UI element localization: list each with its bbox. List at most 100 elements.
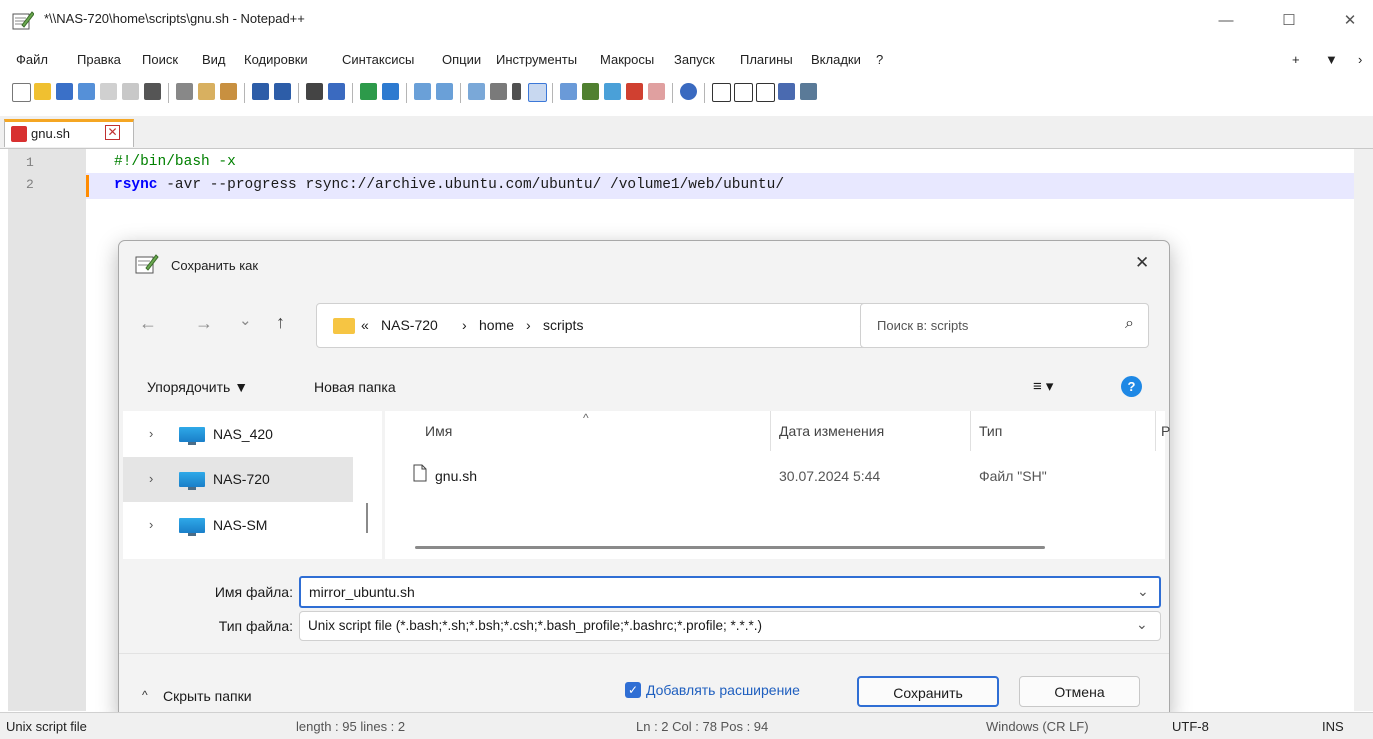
tree-item-nas-420[interactable]: › NAS_420 [123,412,353,457]
new-file-icon[interactable] [12,83,31,102]
minimize-button[interactable]: — [1212,8,1240,34]
recent-locations-button[interactable]: ⌄ [239,311,252,329]
expand-chevron-icon[interactable]: › [149,426,153,441]
menu-dropdown-icon[interactable]: ▼ [1325,52,1338,67]
print-icon[interactable] [144,83,161,100]
sync-vertical-icon[interactable] [414,83,431,100]
menu-tools[interactable]: Инструменты [496,52,577,67]
expand-chevron-icon[interactable]: › [149,517,153,532]
filename-input[interactable]: mirror_ubuntu.sh ⌄ [299,576,1161,608]
folder-workspace-icon[interactable] [648,83,665,100]
organize-button[interactable]: Упорядочить ▼ [147,379,248,395]
function-list-icon[interactable] [626,83,643,100]
column-type[interactable]: Тип [979,423,1002,439]
breadcrumb-nas-720[interactable]: NAS-720 [381,317,438,333]
word-wrap-icon[interactable] [468,83,485,100]
tree-item-nas-sm[interactable]: › NAS-SM [123,503,353,548]
menu-encoding[interactable]: Кодировки [244,52,308,67]
menu-settings[interactable]: Опции [442,52,481,67]
column-name[interactable]: Имя [425,423,452,439]
hide-folders-chevron-icon[interactable]: ^ [142,688,148,702]
maximize-button[interactable]: ☐ [1275,8,1303,34]
dialog-app-icon [135,254,159,274]
dialog-close-button[interactable]: ✕ [1135,253,1149,273]
vertical-scrollbar[interactable] [1354,149,1373,711]
cut-icon[interactable] [176,83,193,100]
tree-item-nas-720[interactable]: › NAS-720 [123,457,353,502]
search-box[interactable]: Поиск в: scripts ⌕ [860,303,1149,348]
menu-window[interactable]: Вкладки [811,52,861,67]
find-icon[interactable] [306,83,323,100]
close-all-icon[interactable] [122,83,139,100]
view-options-icon[interactable]: ≡ ▾ [1033,377,1053,395]
menu-file[interactable]: Файл [16,52,48,67]
column-divider[interactable] [970,411,971,451]
stop-macro-icon[interactable] [734,83,753,102]
file-row[interactable]: gnu.sh 30.07.2024 5:44 Файл "SH" [385,455,1160,495]
indent-guide-icon[interactable] [528,83,547,102]
copy-icon[interactable] [198,83,215,100]
filetype-dropdown-icon[interactable]: ⌄ [1136,616,1148,633]
new-folder-button[interactable]: Новая папка [314,379,396,395]
save-button[interactable]: Сохранить [857,676,999,707]
close-file-icon[interactable] [100,83,117,100]
hide-folders-button[interactable]: Скрыть папки [163,688,252,704]
filename-label: Имя файла: [214,584,293,600]
up-button[interactable]: ↑ [276,312,285,333]
menu-add-icon[interactable]: + [1292,52,1300,67]
column-date-modified[interactable]: Дата изменения [779,423,884,439]
doc-list-icon[interactable] [604,83,621,100]
menu-view[interactable]: Вид [202,52,226,67]
save-macro-icon[interactable] [800,83,817,100]
tab-close-button[interactable]: ✕ [105,125,120,140]
code-text: -avr --progress rsync://archive.ubuntu.c… [157,177,785,193]
add-extension-checkbox[interactable]: ✓ [625,682,641,698]
filetype-select[interactable]: Unix script file (*.bash;*.sh;*.bsh;*.cs… [299,611,1161,641]
add-extension-label[interactable]: Добавлять расширение [646,682,800,698]
help-icon[interactable]: ? [1121,376,1142,397]
zoom-in-icon[interactable] [360,83,377,100]
zoom-out-icon[interactable] [382,83,399,100]
file-list: Имя ^ Дата изменения Тип Р gnu.sh 30.07.… [385,411,1170,559]
column-divider[interactable] [770,411,771,451]
column-size[interactable]: Р [1161,423,1170,439]
user-language-icon[interactable] [560,83,577,100]
doc-map-icon[interactable] [582,83,599,100]
back-button[interactable]: ← [139,313,157,334]
monitoring-icon[interactable] [680,83,697,100]
paste-icon[interactable] [220,83,237,100]
menu-language[interactable]: Синтаксисы [342,52,414,67]
menu-help[interactable]: ? [876,52,883,67]
dropdown-arrow-icon[interactable] [512,83,521,100]
filename-dropdown-icon[interactable]: ⌄ [1137,583,1149,600]
replace-icon[interactable] [328,83,345,100]
forward-button[interactable]: → [195,313,213,334]
undo-icon[interactable] [252,83,269,100]
column-divider[interactable] [1155,411,1156,451]
menu-search[interactable]: Поиск [142,52,178,67]
menu-edit[interactable]: Правка [77,52,121,67]
tree-item-label: NAS_420 [213,426,273,442]
record-macro-icon[interactable] [712,83,731,102]
open-file-icon[interactable] [34,83,51,100]
menu-run[interactable]: Запуск [674,52,715,67]
menu-plugins[interactable]: Плагины [740,52,793,67]
file-date: 30.07.2024 5:44 [779,468,881,484]
expand-chevron-icon[interactable]: › [149,471,153,486]
cancel-button[interactable]: Отмена [1019,676,1140,707]
close-window-button[interactable]: ✕ [1336,8,1364,34]
tree-scrollbar-thumb[interactable] [366,503,368,533]
save-icon[interactable] [56,83,73,100]
play-macro-icon[interactable] [756,83,775,102]
menu-macro[interactable]: Макросы [600,52,654,67]
sync-horizontal-icon[interactable] [436,83,453,100]
horizontal-scrollbar-thumb[interactable] [415,546,1045,549]
run-multiple-macro-icon[interactable] [778,83,795,100]
tab-gnu-sh[interactable]: gnu.sh ✕ [4,119,134,147]
redo-icon[interactable] [274,83,291,100]
save-all-icon[interactable] [78,83,95,100]
menu-scroll-icon[interactable]: › [1358,52,1362,67]
show-all-chars-icon[interactable] [490,83,507,100]
breadcrumb-home[interactable]: home [479,317,514,333]
breadcrumb-scripts[interactable]: scripts [543,317,583,333]
